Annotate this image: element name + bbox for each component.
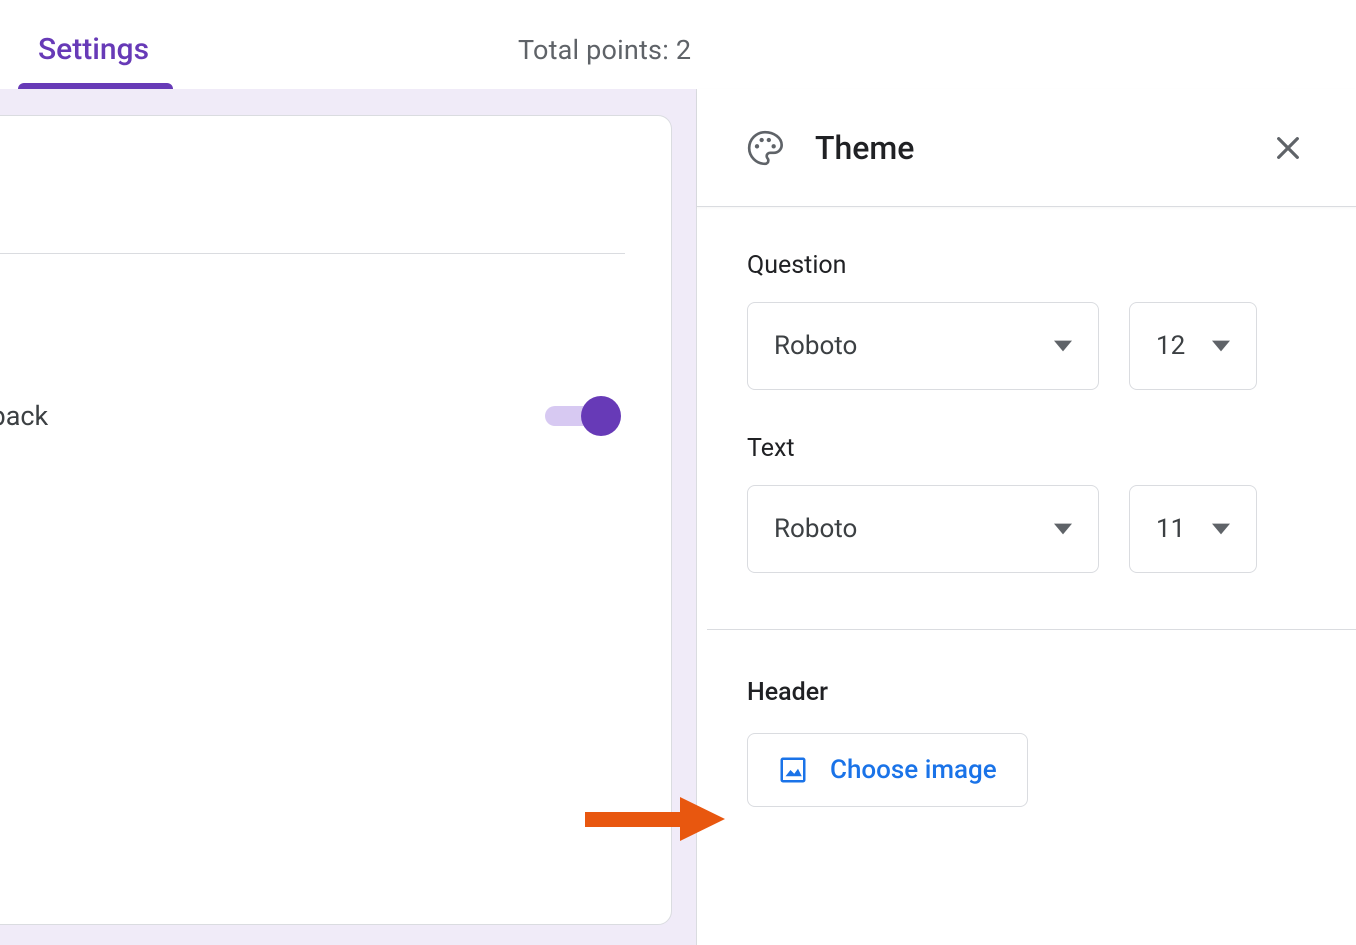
- setting-row-feedback: edback: [0, 396, 621, 436]
- setting-label-feedback: edback: [0, 400, 48, 432]
- close-button[interactable]: [1268, 128, 1308, 168]
- chevron-down-icon: [1212, 337, 1230, 355]
- text-font-select[interactable]: Roboto: [747, 485, 1099, 573]
- text-size-value: 11: [1156, 514, 1185, 544]
- close-icon: [1272, 132, 1304, 164]
- card-divider: [0, 253, 625, 254]
- text-size-select[interactable]: 11: [1129, 485, 1257, 573]
- text-select-row: Roboto 11: [747, 485, 1306, 573]
- chevron-down-icon: [1054, 337, 1072, 355]
- toggle-feedback[interactable]: [545, 396, 621, 436]
- top-bar: Settings Total points: 2: [0, 0, 1356, 89]
- theme-panel: Theme Question Roboto 12 Text: [696, 89, 1356, 945]
- settings-card: edback: [0, 115, 672, 925]
- palette-icon: [745, 128, 785, 168]
- question-font-select[interactable]: Roboto: [747, 302, 1099, 390]
- section-text: Text Roboto 11: [697, 434, 1356, 573]
- choose-image-button[interactable]: Choose image: [747, 733, 1028, 807]
- panel-divider: [707, 629, 1356, 630]
- main-area: edback: [0, 89, 696, 945]
- total-points-label: Total points: 2: [518, 34, 691, 66]
- question-font-value: Roboto: [774, 331, 857, 361]
- chevron-down-icon: [1054, 520, 1072, 538]
- question-label: Question: [747, 251, 1306, 280]
- text-label: Text: [747, 434, 1306, 463]
- toggle-thumb: [581, 396, 621, 436]
- choose-image-label: Choose image: [830, 755, 997, 785]
- text-font-value: Roboto: [774, 514, 857, 544]
- question-size-value: 12: [1156, 331, 1185, 361]
- theme-title: Theme: [815, 129, 914, 167]
- header-section-label: Header: [697, 678, 1356, 707]
- question-select-row: Roboto 12: [747, 302, 1306, 390]
- chevron-down-icon: [1212, 520, 1230, 538]
- image-icon: [778, 755, 808, 785]
- question-size-select[interactable]: 12: [1129, 302, 1257, 390]
- section-question: Question Roboto 12: [697, 251, 1356, 390]
- theme-panel-header: Theme: [697, 89, 1356, 207]
